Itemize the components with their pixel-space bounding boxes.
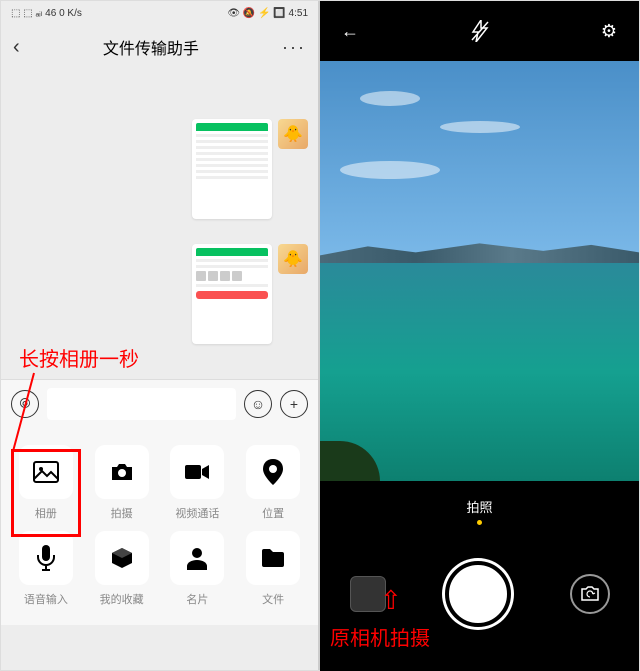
action-album[interactable]: 相册 [11, 445, 81, 521]
file-icon [246, 531, 300, 585]
camera-icon [95, 445, 149, 499]
camera-controls: 拍照 ⇧ 原相机拍摄 [320, 481, 639, 671]
status-bar: ⬚ ⬚ ₐᵢₗ 46 0 K/s 👁 🔕 ⚡ 🔲 4:51 [1, 1, 318, 25]
status-left: ⬚ ⬚ ₐᵢₗ 46 0 K/s [11, 8, 82, 19]
action-camera[interactable]: 拍摄 [87, 445, 157, 521]
action-label: 拍摄 [111, 505, 133, 521]
action-file[interactable]: 文件 [238, 531, 308, 607]
flip-camera-icon[interactable] [570, 574, 610, 614]
favorites-icon [95, 531, 149, 585]
action-voice-input[interactable]: 语音输入 [11, 531, 81, 607]
message-2[interactable]: 🐥 [192, 244, 308, 344]
avatar[interactable]: 🐥 [278, 244, 308, 274]
action-label: 视频通话 [175, 505, 219, 521]
message-1[interactable]: 🐥 [192, 119, 308, 219]
camera-viewfinder[interactable] [320, 61, 639, 481]
action-favorites[interactable]: 我的收藏 [87, 531, 157, 607]
action-label: 文件 [262, 591, 284, 607]
action-label: 语音输入 [24, 591, 68, 607]
voice-toggle-icon[interactable]: ⦾ [11, 390, 39, 418]
nav-bar: ‹ 文件传输助手 ··· [1, 25, 318, 69]
wechat-screen: ⬚ ⬚ ₐᵢₗ 46 0 K/s 👁 🔕 ⚡ 🔲 4:51 ‹ 文件传输助手 ·… [1, 1, 320, 670]
camera-screen: ← ⚙ 拍照 ⇧ 原相机拍摄 [320, 1, 639, 670]
emoji-icon[interactable]: ☺ [244, 390, 272, 418]
action-contact-card[interactable]: 名片 [163, 531, 233, 607]
video-call-icon [170, 445, 224, 499]
camera-back-button[interactable]: ← [338, 19, 362, 43]
message-bubble [192, 119, 272, 219]
voice-input-icon [19, 531, 73, 585]
message-bubble [192, 244, 272, 344]
actions-grid: 相册 拍摄 视频通话 位置 语音输入 [11, 445, 308, 607]
camera-top-bar: ← ⚙ [320, 1, 639, 61]
mode-indicator-dot [477, 520, 482, 525]
plus-icon[interactable]: + [280, 390, 308, 418]
chat-title: 文件传输助手 [103, 35, 199, 59]
avatar[interactable]: 🐥 [278, 119, 308, 149]
mode-photo[interactable]: 拍照 [466, 497, 492, 525]
location-icon [246, 445, 300, 499]
contact-card-icon [170, 531, 224, 585]
settings-icon[interactable]: ⚙ [597, 19, 621, 43]
action-label: 相册 [35, 505, 57, 521]
shutter-button[interactable] [445, 561, 511, 627]
mode-label: 拍照 [466, 500, 492, 515]
back-button[interactable]: ‹ [13, 36, 20, 59]
action-label: 我的收藏 [100, 591, 144, 607]
image-icon [19, 445, 73, 499]
input-bar: ⦾ ☺ + [1, 379, 318, 427]
text-input[interactable] [47, 388, 236, 420]
action-video-call[interactable]: 视频通话 [163, 445, 233, 521]
action-location[interactable]: 位置 [238, 445, 308, 521]
more-button[interactable]: ··· [282, 37, 306, 58]
actions-panel: 相册 拍摄 视频通话 位置 语音输入 [1, 427, 318, 625]
flash-icon[interactable] [468, 19, 492, 43]
status-right: 👁 🔕 ⚡ 🔲 4:51 [227, 8, 308, 19]
action-label: 名片 [186, 591, 208, 607]
action-label: 位置 [262, 505, 284, 521]
gallery-thumbnail[interactable] [350, 576, 386, 612]
chat-area[interactable]: 🐥 🐥 [1, 69, 318, 379]
camera-modes[interactable]: 拍照 [320, 491, 639, 531]
